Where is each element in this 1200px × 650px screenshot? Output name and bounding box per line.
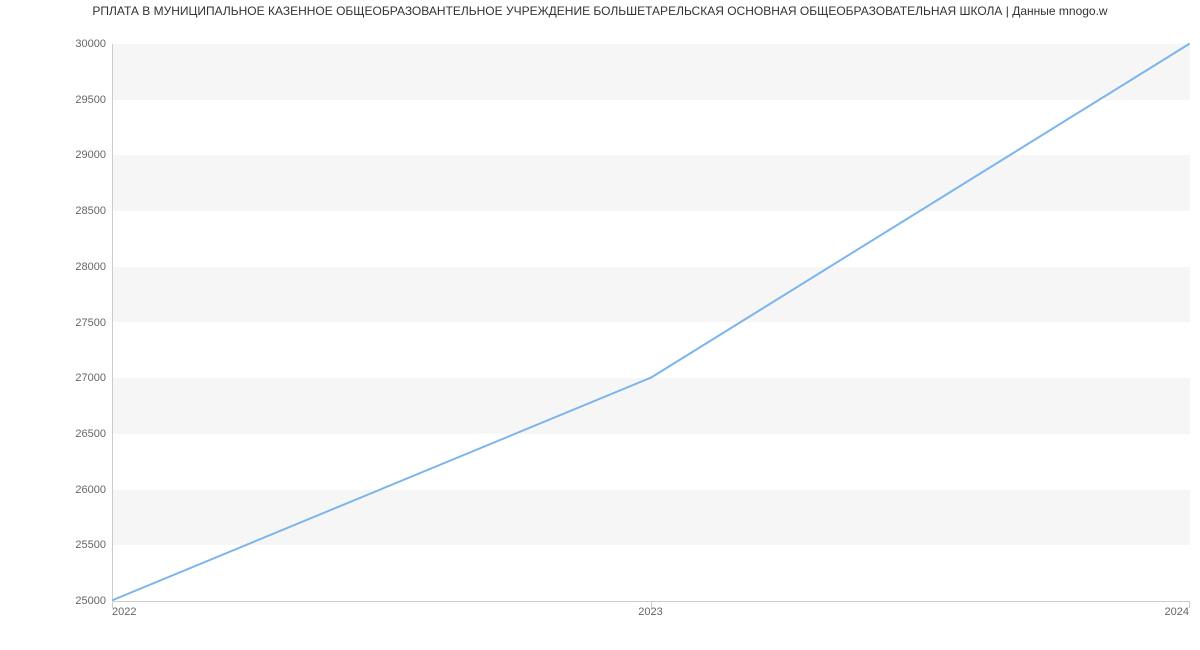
- y-tick-label: 29000: [16, 149, 106, 161]
- y-tick-label: 30000: [16, 38, 106, 50]
- x-tick-mark: [1189, 602, 1190, 608]
- y-tick-label: 27500: [16, 317, 106, 329]
- y-tick-label: 25000: [16, 595, 106, 607]
- plot-area: [112, 44, 1190, 602]
- x-tick-label: 2022: [112, 606, 136, 618]
- x-tick-label: 2023: [638, 606, 662, 618]
- y-tick-label: 26000: [16, 484, 106, 496]
- y-tick-label: 29500: [16, 94, 106, 106]
- x-tick-label: 2024: [1165, 606, 1189, 618]
- chart-title: РПЛАТА В МУНИЦИПАЛЬНОЕ КАЗЕННОЕ ОБЩЕОБРА…: [0, 4, 1200, 18]
- y-tick-label: 28000: [16, 261, 106, 273]
- line-series: [113, 44, 1190, 601]
- y-tick-label: 28500: [16, 205, 106, 217]
- y-tick-label: 25500: [16, 539, 106, 551]
- y-tick-label: 27000: [16, 372, 106, 384]
- y-tick-label: 26500: [16, 428, 106, 440]
